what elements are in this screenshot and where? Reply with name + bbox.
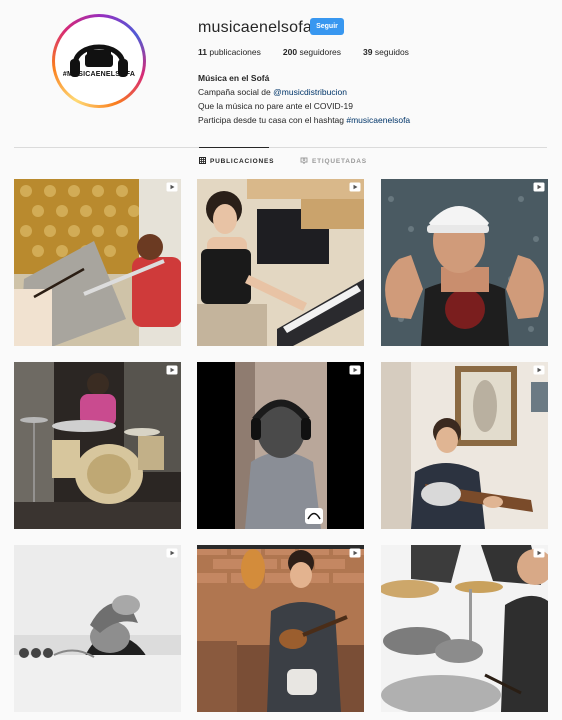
avatar-logo-text: #MUSICAENELSOFA [62, 71, 136, 78]
mention-link[interactable]: @musicdistribucion [273, 87, 347, 97]
post-9[interactable] [381, 545, 548, 712]
bio-line-1: Campaña social de @musicdistribucion [198, 87, 347, 97]
bio-line-2: Que la música no pare ante el COVID-19 [198, 101, 353, 111]
video-icon [349, 182, 361, 192]
post-6[interactable] [381, 362, 548, 529]
tab-etiquetadas[interactable]: ETIQUETADAS [300, 157, 367, 166]
following-count: 39 [363, 47, 373, 57]
post-2[interactable] [197, 179, 364, 346]
profile-stats: 11 publicaciones 200 seguidores 39 segui… [198, 47, 431, 57]
followers-stat[interactable]: 200 seguidores [283, 47, 341, 57]
post-image [14, 179, 181, 346]
profile-full-name: Música en el Sofá [198, 73, 270, 83]
tab-label: ETIQUETADAS [312, 158, 367, 165]
post-image [14, 545, 181, 712]
profile-username: musicaenelsofa [198, 19, 312, 36]
post-1[interactable] [14, 179, 181, 346]
posts-label: publicaciones [209, 47, 261, 57]
post-image [381, 179, 548, 346]
followers-count: 200 [282, 47, 298, 57]
video-icon [349, 365, 361, 375]
posts-stat: 11 publicaciones [198, 47, 261, 57]
post-image [14, 362, 181, 529]
headphones-logo [70, 44, 128, 77]
grid-icon [199, 157, 206, 166]
tab-publicaciones[interactable]: PUBLICACIONES [199, 157, 274, 166]
following-label: seguidos [374, 47, 409, 57]
following-stat[interactable]: 39 seguidos [363, 47, 409, 57]
video-icon [349, 548, 361, 558]
post-4[interactable] [14, 362, 181, 529]
avatar: #MUSICAENELSOFA [59, 21, 139, 101]
video-icon [533, 365, 545, 375]
bio-line-3: Participa desde tu casa con el hashtag #… [198, 115, 411, 125]
video-icon [166, 365, 178, 375]
post-5[interactable] [197, 362, 364, 529]
hashtag-link[interactable]: #musicaenelsofa [346, 115, 410, 125]
video-icon [166, 548, 178, 558]
video-icon [166, 182, 178, 192]
video-icon [533, 548, 545, 558]
video-icon [533, 182, 545, 192]
profile-bio: Música en el Sofá Campaña social de @mus… [198, 71, 410, 127]
active-tab-indicator [199, 147, 269, 148]
follow-button[interactable]: Seguir [310, 18, 344, 35]
post-image [197, 362, 364, 529]
profile-avatar-ring[interactable]: #MUSICAENELSOFA [52, 14, 146, 108]
tabs-divider [14, 147, 547, 148]
posts-count: 11 [198, 47, 207, 57]
post-image [197, 179, 364, 346]
followers-label: seguidores [299, 47, 342, 57]
post-3[interactable] [381, 179, 548, 346]
tab-label: PUBLICACIONES [210, 158, 275, 165]
post-7[interactable] [14, 545, 181, 712]
post-8[interactable] [197, 545, 364, 712]
post-image [381, 545, 548, 712]
tag-icon [300, 157, 308, 166]
post-image [381, 362, 548, 529]
post-image [197, 545, 364, 712]
